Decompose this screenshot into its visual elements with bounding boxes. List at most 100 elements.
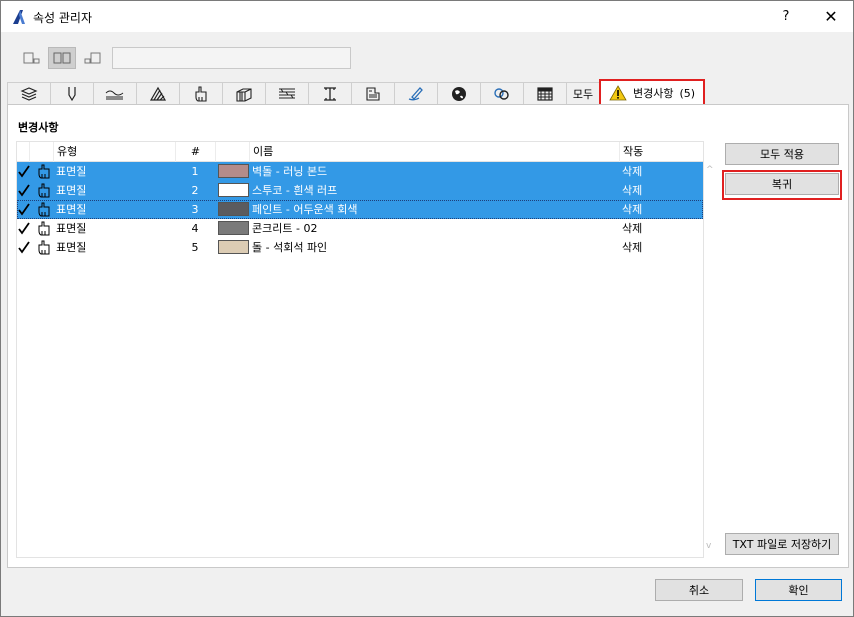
number-column-header[interactable]: # [175, 142, 215, 162]
changes-panel: 변경사항 유형 # 이름 작동 표면질 1 벽돌 - 러닝 본드 삭제 표면질 … [7, 104, 849, 568]
archicad-logo-icon [13, 10, 25, 24]
tab-zones[interactable] [351, 82, 395, 105]
panel-right-icon [84, 52, 101, 64]
tab-composites[interactable] [222, 82, 266, 105]
checkmark-icon [18, 241, 30, 254]
material-hatch-icon [279, 88, 295, 99]
tab-changes[interactable]: 변경사항 (5) [599, 79, 705, 105]
check-column-header [17, 142, 29, 162]
color-swatch [218, 164, 249, 178]
composite-icon [236, 88, 252, 102]
tab-fills[interactable] [136, 82, 180, 105]
row-action: 삭제 [622, 165, 643, 178]
title-bar: 속성 관리자 ? ✕ [1, 1, 853, 32]
scroll-down-arrow-icon[interactable]: v [706, 541, 716, 551]
scroll-up-arrow-icon[interactable]: ^ [706, 165, 716, 175]
apply-all-button[interactable]: 모두 적용 [725, 143, 839, 165]
warning-icon [609, 85, 627, 101]
changes-list[interactable]: 유형 # 이름 작동 표면질 1 벽돌 - 러닝 본드 삭제 표면질 2 스투코… [16, 141, 704, 558]
view-both-button[interactable] [48, 47, 76, 69]
line-type-icon [105, 90, 124, 100]
close-button[interactable]: ✕ [813, 1, 849, 32]
table-row[interactable]: 표면질 5 돌 - 석회석 파인 삭제 [17, 238, 703, 257]
attribute-tabs: 모두 변경사항 (5) [7, 79, 705, 105]
markup-icon [408, 87, 423, 101]
color-swatch [218, 183, 249, 197]
row-name: 벽돌 - 러닝 본드 [252, 165, 328, 178]
table-row[interactable]: 표면질 2 스투코 - 흰색 러프 삭제 [17, 181, 703, 200]
row-action: 삭제 [622, 203, 643, 216]
tab-line-types[interactable] [93, 82, 137, 105]
table-row[interactable]: 표면질 4 콘크리트 - 02 삭제 [17, 219, 703, 238]
row-type: 표면질 [56, 241, 87, 254]
ok-button[interactable]: 확인 [755, 579, 842, 601]
tab-pens[interactable] [50, 82, 94, 105]
color-swatch [218, 221, 249, 235]
tab-grids[interactable] [523, 82, 567, 105]
view-right-button[interactable] [78, 47, 106, 69]
help-button[interactable]: ? [771, 1, 801, 32]
zone-icon [366, 87, 380, 101]
row-action: 삭제 [622, 241, 643, 254]
window-title: 속성 관리자 [33, 11, 93, 25]
row-type: 표면질 [56, 222, 87, 235]
search-input[interactable] [112, 47, 351, 69]
color-swatch [218, 240, 249, 254]
row-number: 3 [191, 203, 199, 216]
close-icon: ✕ [824, 7, 838, 26]
tab-operation-profiles[interactable] [437, 82, 481, 105]
globe-icon [452, 87, 466, 101]
row-action: 삭제 [622, 222, 643, 235]
cancel-button[interactable]: 취소 [655, 579, 743, 601]
row-action: 삭제 [622, 184, 643, 197]
row-number: 2 [191, 184, 199, 197]
grid-icon [537, 87, 553, 101]
profile-icon [324, 87, 336, 101]
save-txt-button[interactable]: TXT 파일로 저장하기 [725, 533, 839, 555]
tab-all[interactable]: 모두 [566, 82, 600, 105]
table-row[interactable]: 표면질 3 페인트 - 어두운색 회색 삭제 [17, 200, 703, 219]
checkmark-icon [18, 203, 30, 216]
swatch-column-header [215, 142, 249, 162]
pen-icon [68, 87, 76, 102]
tab-profiles[interactable] [308, 82, 352, 105]
surface-icon [38, 183, 50, 198]
fill-icon [149, 86, 167, 101]
attribute-manager-window: 속성 관리자 ? ✕ 모두 변경사항 (5) 변경사항 유형 # 이름 작동 표… [0, 0, 854, 617]
row-name: 페인트 - 어두운색 회색 [252, 203, 358, 216]
link-icon [494, 88, 509, 100]
checkmark-icon [18, 184, 30, 197]
surface-icon [195, 86, 207, 102]
panel-both-icon [53, 52, 71, 64]
tab-building-materials[interactable] [265, 82, 309, 105]
surface-icon [38, 221, 50, 236]
tab-mep-systems[interactable] [480, 82, 524, 105]
type-column-header[interactable]: 유형 [53, 142, 175, 162]
row-type: 표면질 [56, 165, 87, 178]
tab-changes-count: (5) [679, 86, 696, 100]
layers-icon [20, 87, 38, 101]
row-type: 표면질 [56, 203, 87, 216]
view-left-button[interactable] [18, 47, 46, 69]
surface-icon [38, 202, 50, 217]
icon-column-header [29, 142, 53, 162]
name-column-header[interactable]: 이름 [249, 142, 619, 162]
table-row[interactable]: 표면질 1 벽돌 - 러닝 본드 삭제 [17, 162, 703, 181]
section-title: 변경사항 [18, 121, 59, 134]
color-swatch [218, 202, 249, 216]
action-column-header[interactable]: 작동 [619, 142, 703, 162]
surface-icon [38, 164, 50, 179]
tab-layers[interactable] [7, 82, 51, 105]
surface-icon [38, 240, 50, 255]
row-number: 4 [191, 222, 199, 235]
checkmark-icon [18, 222, 30, 235]
row-number: 1 [191, 165, 199, 178]
row-name: 돌 - 석회석 파인 [252, 241, 328, 254]
row-type: 표면질 [56, 184, 87, 197]
tab-changes-label: 변경사항 [632, 87, 674, 100]
tab-surfaces[interactable] [179, 82, 223, 105]
list-header: 유형 # 이름 작동 [17, 142, 703, 162]
restore-button[interactable]: 복귀 [725, 173, 839, 195]
tab-markup-styles[interactable] [394, 82, 438, 105]
checkmark-icon [18, 165, 30, 178]
